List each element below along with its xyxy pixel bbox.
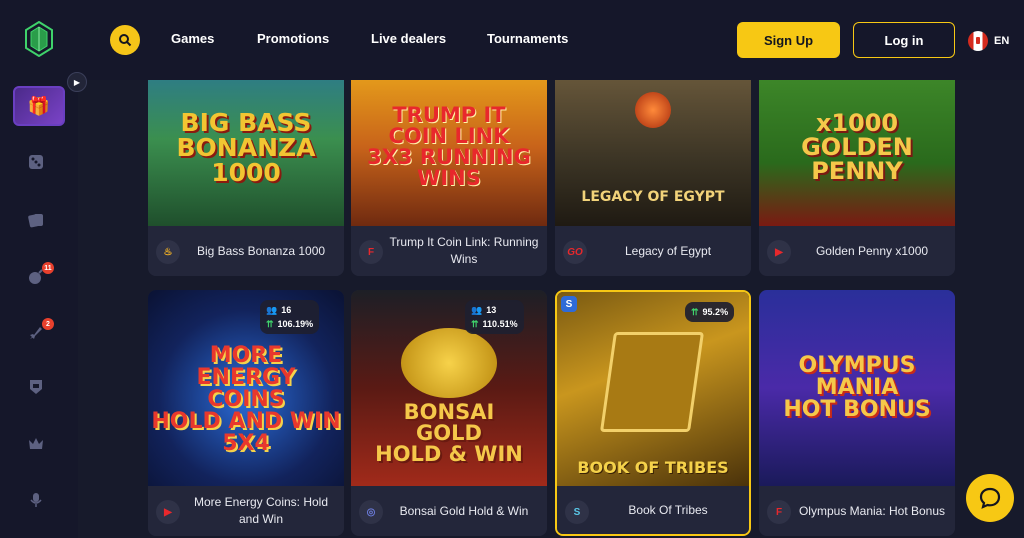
rtp-value: 95.2% [702, 307, 729, 317]
game-name: Bonsai Gold Hold & Win [399, 503, 529, 518]
search-button[interactable] [110, 25, 140, 55]
top-navigation-bar: Games Promotions Live dealers Tournament… [0, 0, 1024, 80]
rtp-icon: ⇈ [266, 319, 274, 329]
sidebar: 🎁 11 2 [0, 80, 78, 538]
game-info: S Book Of Tribes [557, 486, 749, 534]
game-info: F Trump It Coin Link: Running Wins [351, 226, 547, 276]
game-art-title: MORE ENERGY COINS HOLD AND WIN 5X4 [151, 343, 341, 456]
game-thumbnail[interactable]: BIG BASS BONANZA 1000 [148, 68, 344, 226]
rtp-icon: ⇈ [471, 319, 479, 329]
game-name: Olympus Mania: Hot Bonus [798, 503, 946, 518]
provider-icon: ▶ [767, 240, 791, 264]
game-card[interactable]: BOOK OF TRIBES S ⇈ 95.2% S Book Of Tribes [555, 290, 751, 536]
game-info: ♨ Big Bass Bonanza 1000 [148, 226, 344, 276]
game-thumbnail[interactable]: BOOK OF TRIBES S ⇈ 95.2% [557, 292, 749, 486]
game-thumbnail[interactable]: OLYMPUS MANIA HOT BONUS [759, 290, 955, 486]
game-card[interactable]: BONSAI GOLD HOLD & WIN 👥 13 ⇈ 110.51% ◎ Bo… [351, 290, 547, 536]
game-name: Golden Penny x1000 [815, 243, 929, 258]
provider-icon: F [767, 500, 791, 524]
rtp-value: 110.51% [482, 319, 518, 329]
game-thumbnail[interactable]: LEGACY OF EGYPT [555, 68, 751, 226]
nav-promotions[interactable]: Promotions [257, 31, 371, 46]
bomb-badge: 11 [42, 262, 54, 274]
game-card[interactable]: OLYMPUS MANIA HOT BONUS F Olympus Mania:… [759, 290, 955, 536]
rocket-badge: 2 [42, 318, 54, 330]
game-name: Book Of Tribes [628, 502, 708, 517]
game-info: F Olympus Mania: Hot Bonus [759, 486, 955, 536]
cards-icon[interactable] [26, 210, 46, 230]
language-selector[interactable]: EN [968, 31, 1009, 51]
language-code: EN [994, 35, 1010, 47]
game-name: Trump It Coin Link: Running Wins [389, 235, 539, 266]
game-card[interactable]: LEGACY OF EGYPT GO Legacy of Egypt [555, 68, 751, 276]
dice-icon[interactable] [26, 152, 46, 172]
game-info: ▶ Golden Penny x1000 [759, 226, 955, 276]
players-icon: 👥 [266, 305, 278, 315]
sidebar-featured-thumbnail[interactable]: 🎁 [13, 86, 65, 126]
search-icon [119, 34, 132, 47]
game-art-title: BOOK OF TRIBES [577, 458, 729, 477]
chat-bubble-icon [979, 487, 1001, 509]
nav-live-dealers[interactable]: Live dealers [371, 31, 487, 46]
game-art-title: TRUMP IT COIN LINK 3X3 RUNNING WINS [367, 103, 531, 190]
game-art-title: BIG BASS BONANZA 1000 [176, 107, 316, 187]
game-card[interactable]: BIG BASS BONANZA 1000 ♨ Big Bass Bonanza… [148, 68, 344, 276]
players-count: 16 [281, 305, 292, 315]
signup-button[interactable]: Sign Up [737, 22, 840, 58]
logo-gem-icon[interactable] [25, 21, 53, 57]
game-card[interactable]: x1000 GOLDEN PENNY ▶ Golden Penny x1000 [759, 68, 955, 276]
scarab-gem-icon [635, 92, 671, 128]
game-info: GO Legacy of Egypt [555, 226, 751, 276]
game-thumbnail[interactable]: BONSAI GOLD HOLD & WIN 👥 13 ⇈ 110.51% [351, 290, 547, 486]
shield-icon[interactable] [26, 377, 46, 397]
provider-badge-icon: S [561, 296, 577, 312]
provider-icon: ◎ [359, 500, 383, 524]
rtp-value: 106.19% [277, 319, 314, 329]
game-art-title: OLYMPUS MANIA HOT BONUS [783, 353, 931, 422]
microphone-icon[interactable] [26, 490, 46, 510]
players-icon: 👥 [471, 305, 483, 315]
rtp-icon: ⇈ [691, 307, 699, 317]
game-card[interactable]: TRUMP IT COIN LINK 3X3 RUNNING WINS F Tr… [351, 68, 547, 276]
book-icon [599, 332, 705, 432]
live-chat-button[interactable] [966, 474, 1014, 522]
game-stats: 👥 13 ⇈ 110.51% [465, 300, 524, 334]
crown-icon[interactable] [26, 434, 46, 454]
game-art-title: BONSAI GOLD HOLD & WIN [375, 399, 523, 466]
game-art-title: LEGACY OF EGYPT [581, 189, 725, 205]
provider-icon: S [565, 500, 589, 524]
game-stats: 👥 16 ⇈ 106.19% [260, 300, 320, 334]
provider-icon: ▶ [156, 500, 180, 524]
game-thumbnail[interactable]: MORE ENERGY COINS HOLD AND WIN 5X4 👥 16 ⇈… [148, 290, 344, 486]
players-count: 13 [486, 305, 497, 315]
gold-tree-icon [401, 328, 497, 398]
nav-games[interactable]: Games [171, 31, 257, 46]
game-info: ◎ Bonsai Gold Hold & Win [351, 486, 547, 536]
game-art-title: x1000 GOLDEN PENNY [801, 109, 913, 185]
login-button[interactable]: Log in [853, 22, 955, 58]
game-thumbnail[interactable]: TRUMP IT COIN LINK 3X3 RUNNING WINS [351, 68, 547, 226]
provider-icon: F [359, 240, 383, 264]
game-thumbnail[interactable]: x1000 GOLDEN PENNY [759, 68, 955, 226]
game-name: Big Bass Bonanza 1000 [196, 243, 326, 258]
nav-tournaments[interactable]: Tournaments [487, 31, 568, 46]
game-stats: ⇈ 95.2% [685, 302, 735, 322]
provider-icon: GO [563, 240, 587, 264]
canada-flag-icon [968, 31, 988, 51]
game-info: ▶ More Energy Coins: Hold and Win [148, 486, 344, 536]
play-icon[interactable]: ▶ [67, 72, 87, 92]
provider-icon: ♨ [156, 240, 180, 264]
game-name: More Energy Coins: Hold and Win [193, 495, 329, 526]
main-nav: Games Promotions Live dealers Tournament… [171, 31, 568, 46]
game-name: Legacy of Egypt [624, 243, 712, 258]
game-card[interactable]: MORE ENERGY COINS HOLD AND WIN 5X4 👥 16 ⇈… [148, 290, 344, 536]
